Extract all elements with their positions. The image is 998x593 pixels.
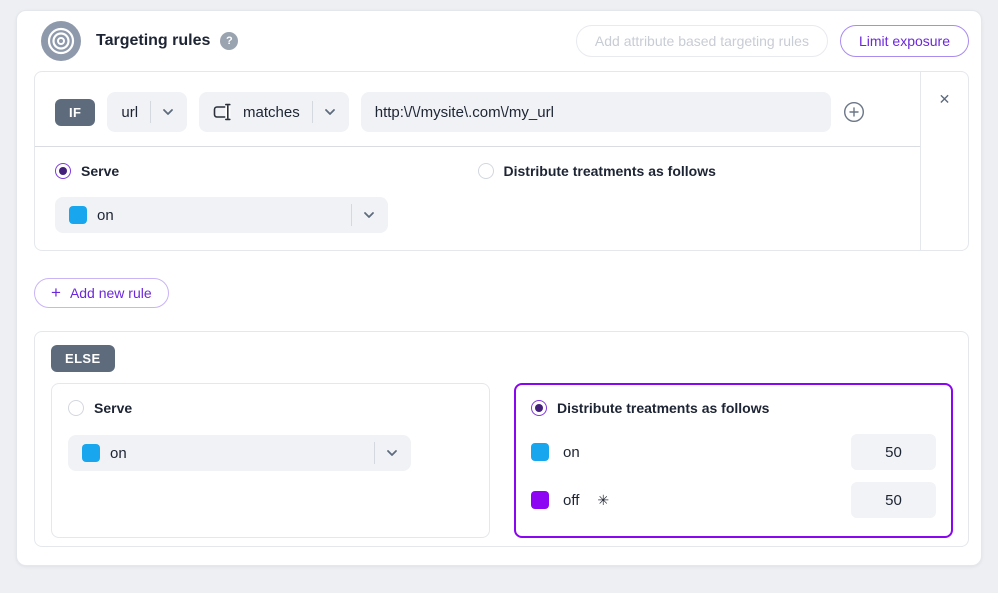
distribute-option[interactable]: Distribute treatments as follows: [478, 163, 901, 179]
treatment-color-swatch: [531, 491, 549, 509]
treatment-percent-input[interactable]: [851, 482, 936, 518]
add-new-rule-label: Add new rule: [70, 285, 152, 301]
treatment-name: off: [563, 492, 579, 509]
else-panels: Serve on Distribute treatments as follow…: [51, 383, 953, 538]
rule-side-column: ✕: [920, 72, 968, 250]
add-attribute-rules-button[interactable]: Add attribute based targeting rules: [576, 25, 828, 57]
targeting-rule-card: IF url: [34, 71, 969, 251]
select-divider: [351, 204, 352, 226]
serve-option[interactable]: Serve: [55, 163, 478, 179]
treatment-name: on: [563, 444, 580, 461]
help-icon[interactable]: ?: [220, 32, 238, 50]
page-title: Targeting rules: [96, 32, 210, 50]
close-icon[interactable]: ✕: [939, 92, 951, 250]
string-match-icon: [213, 103, 233, 121]
operator-select-value: matches: [243, 104, 300, 121]
target-icon: [41, 21, 81, 61]
targeting-rules-panel: Targeting rules ? Add attribute based ta…: [16, 10, 982, 566]
else-serve-radio[interactable]: [68, 400, 84, 416]
else-distribute-option[interactable]: Distribute treatments as follows: [531, 400, 936, 416]
else-distribute-panel: Distribute treatments as follows on off …: [514, 383, 953, 538]
treatment-percent-input[interactable]: [851, 434, 936, 470]
else-serve-label: Serve: [94, 400, 132, 416]
rule-main: IF url: [35, 72, 920, 250]
else-distribute-radio[interactable]: [531, 400, 547, 416]
treatment-color-swatch: [69, 206, 87, 224]
plus-icon: +: [51, 284, 61, 301]
else-distribute-label: Distribute treatments as follows: [557, 400, 769, 416]
select-divider: [150, 101, 151, 123]
condition-row: IF url: [35, 72, 920, 147]
limit-exposure-button[interactable]: Limit exposure: [840, 25, 969, 57]
serve-label: Serve: [81, 163, 119, 179]
add-new-rule-button[interactable]: + Add new rule: [34, 278, 169, 308]
else-serve-panel: Serve on: [51, 383, 490, 538]
attribute-select[interactable]: url: [107, 92, 187, 132]
if-badge: IF: [55, 99, 95, 126]
else-treatment-select-value: on: [110, 445, 127, 462]
chevron-down-icon: [161, 105, 175, 119]
treatment-row: off ✳: [531, 482, 936, 518]
chevron-down-icon: [323, 105, 337, 119]
else-rule-card: ELSE Serve on: [34, 331, 969, 547]
else-treatment-select[interactable]: on: [68, 435, 411, 471]
treatment-select-value: on: [97, 207, 114, 224]
attribute-select-value: url: [121, 104, 138, 121]
header-actions: Add attribute based targeting rules Limi…: [576, 25, 969, 57]
treatment-select[interactable]: on: [55, 197, 388, 233]
default-treatment-icon: ✳: [597, 492, 609, 509]
chevron-down-icon: [362, 208, 376, 222]
match-value-input[interactable]: [361, 92, 831, 132]
distribute-label: Distribute treatments as follows: [504, 163, 716, 179]
select-divider: [374, 442, 375, 464]
header: Targeting rules ? Add attribute based ta…: [17, 11, 981, 71]
serve-radio[interactable]: [55, 163, 71, 179]
plus-circle-icon[interactable]: [843, 101, 865, 123]
chevron-down-icon: [385, 446, 399, 460]
else-serve-option[interactable]: Serve: [68, 400, 473, 416]
operator-select[interactable]: matches: [199, 92, 349, 132]
serve-options-row: Serve Distribute treatments as follows: [35, 147, 920, 179]
treatment-color-swatch: [531, 443, 549, 461]
treatment-color-swatch: [82, 444, 100, 462]
select-divider: [312, 101, 313, 123]
else-badge: ELSE: [51, 345, 115, 372]
distribute-radio[interactable]: [478, 163, 494, 179]
treatment-row: on: [531, 434, 936, 470]
